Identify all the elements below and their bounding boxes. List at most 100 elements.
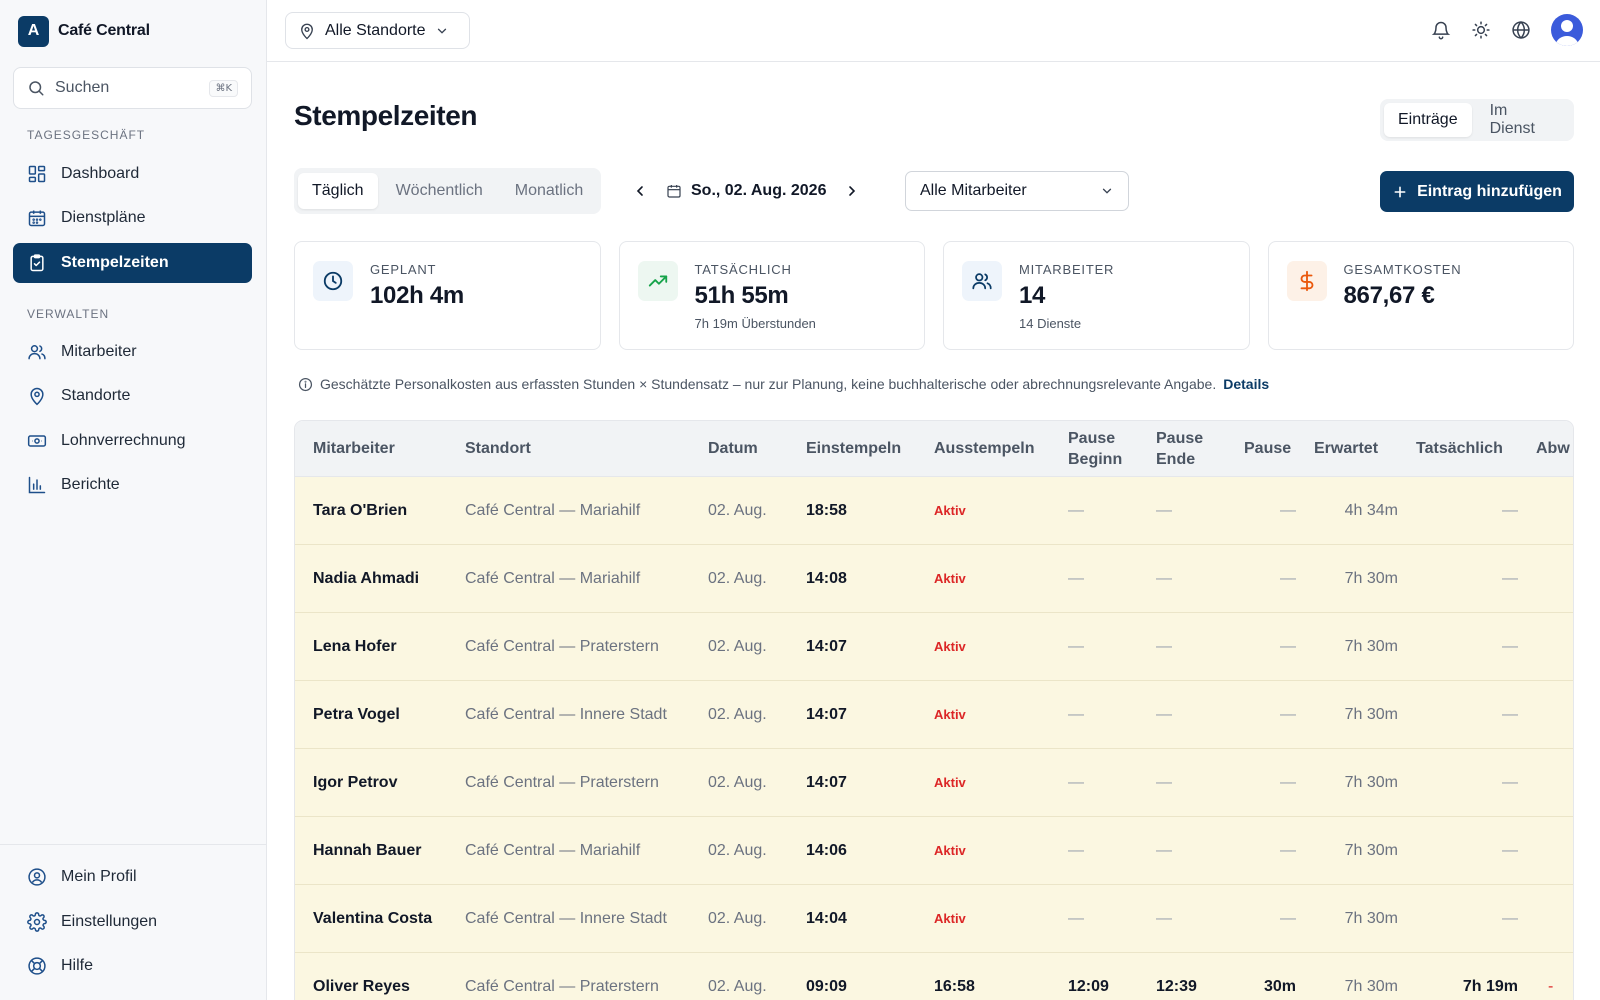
column-header[interactable]: Pause Beginn xyxy=(1050,428,1138,470)
table-header: Mitarbeiter Standort Datum Einstempeln A… xyxy=(295,421,1573,477)
stat-card-planned: GEPLANT 102h 4m xyxy=(294,241,601,350)
calendar-icon xyxy=(667,185,681,198)
table-row[interactable]: Hannah Bauer Café Central — Mariahilf 02. … xyxy=(295,817,1573,885)
sidebar-item-profile[interactable]: Mein Profil xyxy=(13,857,252,897)
globe-icon[interactable] xyxy=(1511,20,1531,40)
banknote-icon xyxy=(27,435,47,447)
table-cell-pb: 12:09 xyxy=(1068,977,1109,995)
table-row[interactable]: Oliver Reyes Café Central — Praterstern 02… xyxy=(295,953,1573,1000)
table-cell-date: 02. Aug. xyxy=(708,773,767,791)
sidebar-item-settings[interactable]: Einstellungen xyxy=(13,902,252,942)
chevron-right-icon[interactable] xyxy=(844,183,860,199)
sidebar-item-locations[interactable]: Standorte xyxy=(13,376,252,416)
sidebar-item-label: Einstellungen xyxy=(61,913,158,930)
column-header[interactable]: Einstempeln xyxy=(788,438,916,459)
stat-label: GEPLANT xyxy=(370,262,437,277)
table-cell-out: Aktiv xyxy=(934,911,966,926)
table-cell-name: Petra Vogel xyxy=(313,705,400,723)
date-navigator: So., 02. Aug. 2026 xyxy=(632,174,860,208)
table-cell-in: 18:58 xyxy=(806,501,847,519)
column-header[interactable]: Standort xyxy=(447,438,690,459)
sidebar-item-label: Berichte xyxy=(61,476,120,493)
tab-entries[interactable]: Einträge xyxy=(1384,103,1472,137)
avatar[interactable] xyxy=(1551,14,1583,46)
employee-filter-select[interactable]: Alle Mitarbeiter xyxy=(905,171,1129,211)
section-label-operations: TAGESGESCHÄFT xyxy=(27,128,146,142)
table-row[interactable]: Igor Petrov Café Central — Praterstern 02.… xyxy=(295,749,1573,817)
table-cell-name: Hannah Bauer xyxy=(313,841,422,859)
sun-icon[interactable] xyxy=(1471,20,1491,40)
tab-on-duty[interactable]: Im Dienst xyxy=(1476,102,1570,137)
period-tabs: Täglich Wöchentlich Monatlich xyxy=(294,168,602,214)
column-header[interactable]: Datum xyxy=(690,438,788,459)
column-header[interactable]: Ausstempeln xyxy=(916,438,1050,459)
tab-daily[interactable]: Täglich xyxy=(298,173,378,209)
table-row[interactable]: Valentina Costa Café Central — Innere Sta… xyxy=(295,885,1573,953)
table-cell-location: Café Central — Innere Stadt xyxy=(465,705,667,723)
sidebar-item-reports[interactable]: Berichte xyxy=(13,465,252,505)
brand[interactable]: A Café Central xyxy=(18,15,150,47)
stat-sub: 7h 19m Überstunden xyxy=(694,316,816,331)
table-cell-p: — xyxy=(1280,501,1296,519)
brand-name: Café Central xyxy=(58,22,150,39)
table-cell-location: Café Central — Praterstern xyxy=(465,977,659,995)
table-cell-out: Aktiv xyxy=(934,707,966,722)
table-cell-act: — xyxy=(1502,569,1518,587)
table-cell-p: — xyxy=(1280,705,1296,723)
table-cell-name: Igor Petrov xyxy=(313,773,398,791)
search-input[interactable]: Suchen ⌘K xyxy=(13,67,252,109)
topbar: Alle Standorte xyxy=(267,0,1600,62)
table-row[interactable]: Nadia Ahmadi Café Central — Mariahilf 02. … xyxy=(295,545,1573,613)
table-body: Tara O'Brien Café Central — Mariahilf 02. … xyxy=(295,477,1573,1000)
table-row[interactable]: Petra Vogel Café Central — Innere Stadt 02… xyxy=(295,681,1573,749)
table-cell-exp: 7h 30m xyxy=(1344,637,1398,655)
stat-icon-bg xyxy=(313,261,353,301)
table-cell-exp: 4h 34m xyxy=(1344,501,1398,519)
chevron-left-icon[interactable] xyxy=(632,183,648,199)
map-pin-icon xyxy=(30,387,44,406)
stat-card-actual: TATSÄCHLICH 51h 55m 7h 19m Überstunden xyxy=(618,241,925,350)
clock-icon xyxy=(323,271,343,291)
sidebar-item-payroll[interactable]: Lohnverrechnung xyxy=(13,421,252,461)
date-picker[interactable]: So., 02. Aug. 2026 xyxy=(666,182,826,200)
table-cell-location: Café Central — Praterstern xyxy=(465,637,659,655)
table-row[interactable]: Lena Hofer Café Central — Praterstern 02. … xyxy=(295,613,1573,681)
column-header[interactable]: Tatsächlich xyxy=(1398,438,1518,459)
table-cell-pb: — xyxy=(1068,705,1084,723)
sidebar-item-timesheets[interactable]: Stempelzeiten xyxy=(13,243,252,283)
sidebar-item-label: Lohnverrechnung xyxy=(61,432,186,449)
table-cell-in: 14:07 xyxy=(806,773,847,791)
table-cell-exp: 7h 30m xyxy=(1344,909,1398,927)
sidebar-item-label: Mitarbeiter xyxy=(61,343,137,360)
table-cell-date: 02. Aug. xyxy=(708,977,767,995)
view-toggle: Einträge Im Dienst xyxy=(1380,99,1574,141)
column-header[interactable]: Erwartet xyxy=(1296,438,1398,459)
table-row[interactable]: Tara O'Brien Café Central — Mariahilf 02. … xyxy=(295,477,1573,545)
column-header[interactable]: Pause Ende xyxy=(1138,428,1226,470)
table-cell-out: Aktiv xyxy=(934,503,966,518)
sidebar-item-label: Dienstpläne xyxy=(61,209,146,226)
location-select[interactable]: Alle Standorte xyxy=(285,12,470,49)
column-header[interactable]: Abw xyxy=(1518,438,1573,459)
sidebar-item-label: Dashboard xyxy=(61,165,140,182)
table-cell-name: Oliver Reyes xyxy=(313,977,410,995)
column-header[interactable]: Mitarbeiter xyxy=(295,438,447,459)
sidebar-item-schedules[interactable]: Dienstpläne xyxy=(13,198,252,238)
table-cell-out: Aktiv xyxy=(934,639,966,654)
details-link[interactable]: Details xyxy=(1223,376,1269,392)
tab-weekly[interactable]: Wöchentlich xyxy=(382,173,497,209)
add-entry-button[interactable]: Eintrag hinzufügen xyxy=(1380,171,1574,212)
table-cell-pe: — xyxy=(1156,637,1172,655)
gear-icon xyxy=(27,912,47,932)
table-cell-act: — xyxy=(1502,637,1518,655)
sidebar-item-help[interactable]: Hilfe xyxy=(13,946,252,986)
column-header[interactable]: Pause xyxy=(1226,438,1296,459)
table-cell-location: Café Central — Praterstern xyxy=(465,773,659,791)
table-cell-date: 02. Aug. xyxy=(708,501,767,519)
sidebar-item-employees[interactable]: Mitarbeiter xyxy=(13,332,252,372)
tab-monthly[interactable]: Monatlich xyxy=(501,173,597,209)
bell-icon[interactable] xyxy=(1431,20,1451,40)
table-cell-location: Café Central — Mariahilf xyxy=(465,501,641,519)
sidebar-item-dashboard[interactable]: Dashboard xyxy=(13,154,252,194)
search-icon xyxy=(29,81,44,96)
